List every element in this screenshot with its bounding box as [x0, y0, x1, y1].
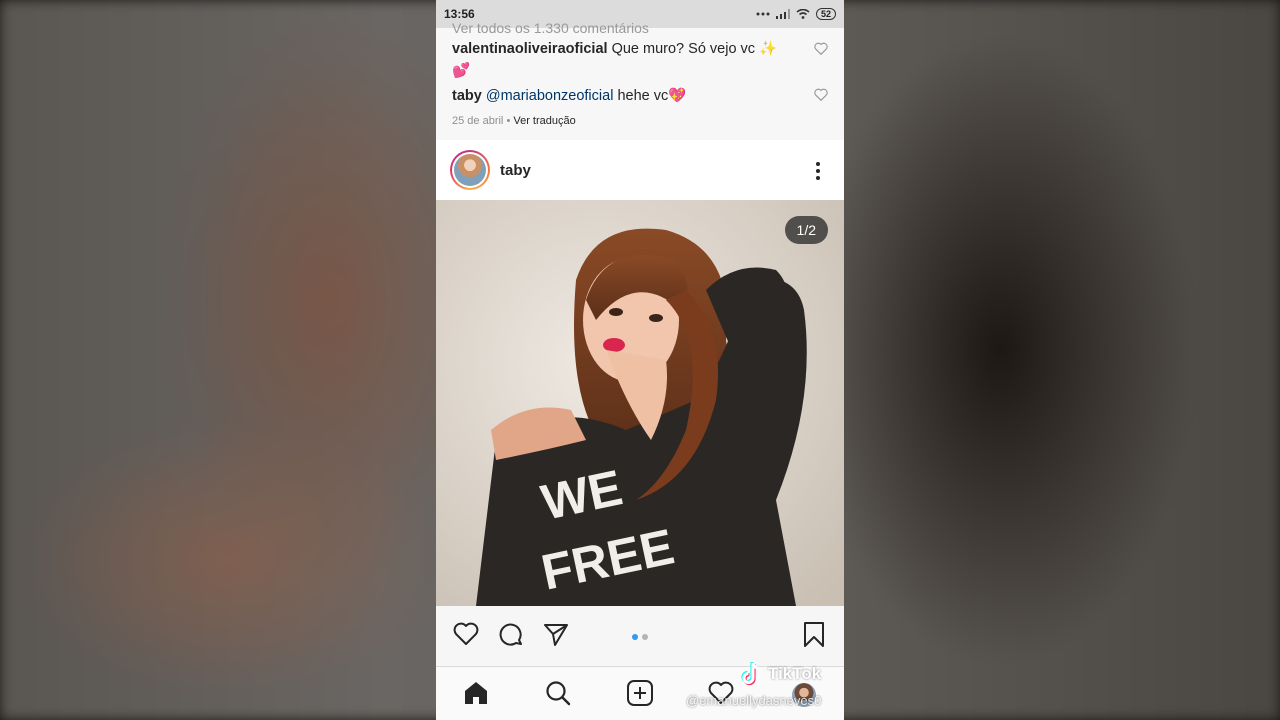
- tiktok-username: @emanuellydasneves0: [686, 693, 822, 708]
- status-time: 13:56: [444, 7, 475, 21]
- tiktok-brand: TikTok: [768, 664, 822, 683]
- add-post-icon[interactable]: [626, 679, 654, 707]
- comment-date: 25 de abril: [452, 115, 504, 127]
- share-icon[interactable]: [542, 620, 570, 648]
- status-icons: 52: [756, 8, 836, 20]
- comment-username[interactable]: taby: [452, 88, 482, 104]
- view-all-comments-link[interactable]: Ver todos os 1.330 comentários: [452, 20, 649, 36]
- see-translation-link[interactable]: Ver tradução: [513, 115, 575, 127]
- avatar[interactable]: [450, 150, 490, 190]
- comment-meta: 25 de abril • Ver tradução: [452, 115, 576, 127]
- comment-like-icon[interactable]: [814, 88, 828, 101]
- carousel-counter: 1/2: [784, 216, 828, 244]
- comment-item: taby @mariabonzeoficial hehe vc💖: [452, 85, 792, 107]
- signal-icon: [775, 9, 790, 19]
- phone-screen: 13:56 52 Ver todos os 1.330 comentários …: [436, 0, 844, 720]
- comment-username[interactable]: valentinaoliveiraoficial: [452, 41, 608, 57]
- post-username[interactable]: taby: [500, 162, 531, 179]
- battery-indicator: 52: [815, 8, 836, 20]
- more-icon[interactable]: [816, 162, 820, 180]
- post-header: taby: [436, 140, 844, 200]
- comment-text: hehe vc💖: [617, 88, 687, 104]
- heart-icon[interactable]: [452, 620, 480, 648]
- comment-icon[interactable]: [497, 620, 525, 648]
- tiktok-watermark: TikTok: [740, 660, 840, 688]
- carousel-dot-active: [632, 634, 638, 640]
- search-icon[interactable]: [544, 679, 572, 707]
- comment-mention[interactable]: @mariabonzeoficial: [486, 88, 614, 104]
- carousel-dot: [642, 634, 648, 640]
- bookmark-icon[interactable]: [800, 620, 828, 648]
- carousel-indicator: [632, 634, 648, 640]
- home-icon[interactable]: [462, 679, 490, 707]
- post-actions-bar: [436, 606, 844, 672]
- comment-item: valentinaoliveiraoficial Que muro? Só ve…: [452, 38, 792, 82]
- post-photo-illustration: WE FREE: [436, 200, 844, 606]
- comment-like-icon[interactable]: [814, 42, 828, 55]
- comments-section: Ver todos os 1.330 comentários valentina…: [436, 20, 844, 140]
- post-photo[interactable]: WE FREE 1/2: [436, 200, 844, 606]
- tiktok-logo-icon: [741, 662, 761, 686]
- more-dots-status-icon: [756, 12, 770, 16]
- meta-separator: •: [506, 115, 511, 127]
- wifi-icon: [796, 9, 810, 19]
